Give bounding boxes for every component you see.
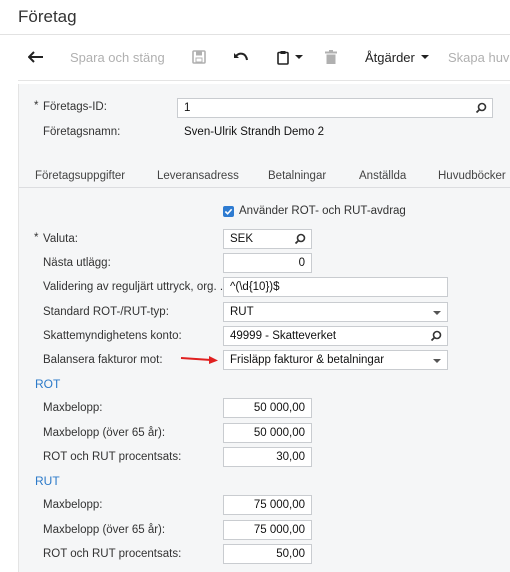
toolbar-divider [18,80,510,81]
next-fee-value: 0 [298,257,305,269]
checkmark-icon [224,208,233,215]
search-icon[interactable] [475,102,487,114]
tab-company-details[interactable]: Företagsuppgifter [35,170,125,182]
clipboard-icon [277,50,289,65]
delete-button[interactable] [325,36,337,78]
balance-against-value: Frisläpp fakturor & betalningar [230,354,385,366]
tab-payments[interactable]: Betalningar [268,170,326,182]
default-type-select[interactable]: RUT [223,302,448,322]
rot-max-amount-field[interactable]: 50 000,00 [223,398,312,418]
company-id-label: Företags-ID: [34,100,107,113]
create-button[interactable]: Skapa huv [448,36,509,78]
currency-value: SEK [230,233,254,245]
rot-max-amount-65-field[interactable]: 50 000,00 [223,423,312,443]
red-arrow-icon [180,356,218,364]
actions-menu-button[interactable]: Åtgärder [365,36,429,78]
actions-label: Åtgärder [365,49,415,65]
rut-percent-label: ROT och RUT procentsats: [43,548,182,560]
save-button[interactable] [192,36,206,78]
tab-delivery-address[interactable]: Leveransadress [157,170,239,182]
company-name-value: Sven-Ulrik Strandh Demo 2 [184,126,324,138]
rut-max-amount-value: 75 000,00 [253,499,305,511]
tab-employees[interactable]: Anställda [359,170,406,182]
rut-max-amount-65-label: Maxbelopp (över 65 år): [43,524,166,536]
trash-icon [325,50,337,64]
default-type-value: RUT [230,306,254,318]
currency-field[interactable]: SEK [223,229,312,249]
company-id-field[interactable]: 1 [177,98,493,118]
rut-percent-field[interactable]: 50,00 [223,544,312,564]
tab-ledgers[interactable]: Huvudböcker [438,170,506,182]
validation-field[interactable]: ^(\d{10})$ [223,277,448,297]
form-panel: Företags-ID: 1 Företagsnamn: Sven-Ulrik … [18,84,510,572]
company-name-label: Företagsnamn: [43,126,121,138]
rut-max-amount-65-field[interactable]: 75 000,00 [223,520,312,540]
default-type-label: Standard ROT-/RUT-typ: [43,306,169,318]
company-id-value: 1 [184,102,191,114]
search-icon[interactable] [294,233,306,245]
rot-max-amount-value: 50 000,00 [253,402,305,414]
tax-account-field[interactable]: 49999 - Skatteverket [223,326,448,346]
chevron-down-icon [433,311,441,315]
rot-percent-label: ROT och RUT procentsats: [43,451,182,463]
rot-max-amount-65-label: Maxbelopp (över 65 år): [43,427,166,439]
rot-percent-field[interactable]: 30,00 [223,447,312,467]
back-button[interactable] [28,36,44,78]
search-icon[interactable] [430,330,442,342]
chevron-down-icon [433,359,441,363]
undo-button[interactable] [233,36,249,78]
chevron-down-icon [420,55,429,59]
rot-max-amount-65-value: 50 000,00 [253,427,305,439]
undo-icon [234,52,248,61]
rut-max-amount-label: Maxbelopp: [43,499,103,511]
rot-percent-value: 30,00 [276,451,305,463]
tax-account-value: 49999 - Skatteverket [230,330,337,342]
save-and-close-button[interactable]: Spara och stäng [70,36,165,78]
validation-label: Validering av reguljärt uttryck, org. ..… [43,281,230,293]
rut-max-amount-field[interactable]: 75 000,00 [223,495,312,515]
back-arrow-icon [28,51,43,63]
floppy-disk-icon [192,50,206,64]
balance-against-label: Balansera fakturor mot: [43,354,163,366]
toolbar: Spara och stäng Åtgärder Skapa huv [0,36,510,78]
balance-against-select[interactable]: Frisläpp fakturor & betalningar [223,350,448,370]
rot-section-title: ROT [35,377,61,391]
title-divider [0,34,510,35]
next-fee-label: Nästa utlägg: [43,257,111,269]
tax-account-label: Skattemyndighetens konto: [43,330,182,342]
rot-rut-checkbox-label: Använder ROT- och RUT-avdrag [239,205,406,217]
next-fee-field[interactable]: 0 [223,253,312,273]
page-title: Företag [18,7,77,26]
rut-percent-value: 50,00 [276,548,305,560]
chevron-down-icon [295,55,303,59]
rut-section-title: RUT [35,474,60,488]
rot-rut-checkbox[interactable] [223,206,234,217]
rut-max-amount-65-value: 75 000,00 [253,524,305,536]
clipboard-menu-button[interactable] [276,36,303,78]
rot-max-amount-label: Maxbelopp: [43,402,103,414]
validation-value: ^(\d{10})$ [230,281,280,293]
currency-label: Valuta: [34,232,78,245]
tabs-divider [19,187,510,188]
